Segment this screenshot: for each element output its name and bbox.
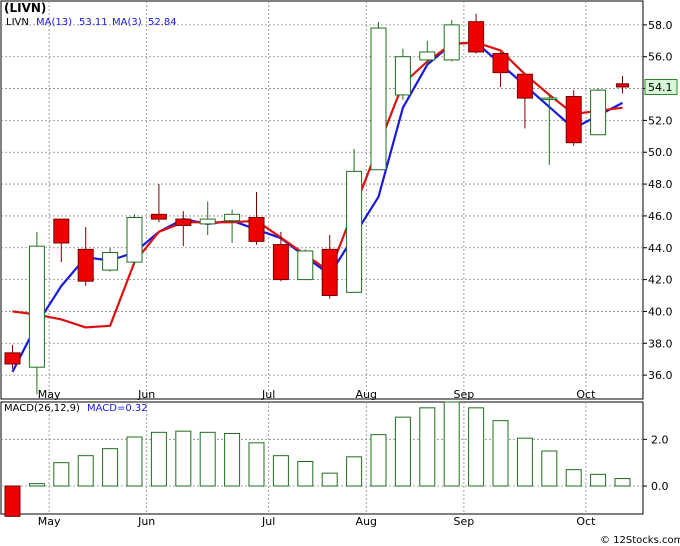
legend-ma3-value: 52.84 bbox=[148, 17, 177, 28]
candlestick bbox=[443, 20, 460, 62]
price-tick-label: 56.0 bbox=[648, 51, 673, 64]
candlestick bbox=[126, 214, 143, 266]
candle-body bbox=[28, 245, 45, 368]
candle-body bbox=[321, 248, 338, 297]
macd-bar bbox=[346, 456, 363, 487]
macd-bar bbox=[175, 430, 192, 487]
macd-bar bbox=[4, 485, 21, 517]
macd-bar bbox=[126, 436, 143, 487]
macd-bar bbox=[53, 462, 70, 487]
macd-bar bbox=[199, 431, 216, 487]
candle-body bbox=[272, 244, 289, 281]
candle-body bbox=[590, 89, 607, 136]
candlestick bbox=[394, 48, 411, 100]
candlestick bbox=[297, 249, 314, 281]
macd-bar bbox=[102, 448, 119, 487]
price-month-label: Sep bbox=[454, 388, 475, 401]
macd-bar bbox=[443, 401, 460, 487]
price-tick-label: 40.0 bbox=[648, 305, 673, 318]
macd-month-label: Sep bbox=[454, 515, 475, 528]
price-tick-label: 46.0 bbox=[648, 210, 673, 223]
candle-body bbox=[468, 21, 485, 53]
price-month-label: Oct bbox=[576, 388, 596, 401]
macd-value-label: MACD=0.32 bbox=[87, 403, 148, 414]
candlestick bbox=[370, 21, 387, 171]
candle-body bbox=[297, 250, 314, 281]
macd-bar bbox=[77, 455, 94, 487]
candle-body bbox=[541, 97, 558, 101]
candle-body bbox=[199, 218, 216, 225]
price-tick-label: 44.0 bbox=[648, 242, 673, 255]
macd-bar bbox=[150, 431, 167, 487]
last-price-badge: 54.1 bbox=[644, 79, 678, 95]
candlestick bbox=[565, 90, 582, 146]
candle-body bbox=[346, 170, 363, 293]
candle-body bbox=[102, 252, 119, 271]
candle-body bbox=[419, 51, 436, 61]
legend-ma13-label: MA(13) bbox=[36, 17, 72, 28]
candle-body bbox=[248, 217, 265, 242]
chart-background bbox=[0, 0, 680, 546]
ticker-title: (LIVN) bbox=[4, 1, 46, 15]
candle-body bbox=[443, 24, 460, 61]
legend-ma13-value: 53.11 bbox=[79, 17, 108, 28]
copyright-text: © 12Stocks.com bbox=[600, 535, 680, 546]
candle-body bbox=[126, 217, 143, 263]
macd-bar bbox=[516, 437, 533, 487]
price-tick-label: 38.0 bbox=[648, 337, 673, 350]
price-tick-label: 52.0 bbox=[648, 114, 673, 127]
macd-bar bbox=[370, 434, 387, 487]
macd-month-label: May bbox=[38, 515, 61, 528]
macd-bar bbox=[419, 407, 436, 487]
macd-bar bbox=[297, 461, 314, 487]
macd-month-label: Aug bbox=[356, 515, 377, 528]
macd-month-label: Jun bbox=[137, 515, 155, 528]
candle-body bbox=[516, 73, 533, 99]
macd-bar bbox=[224, 433, 241, 487]
macd-bar bbox=[590, 473, 607, 487]
stock-chart: 36.038.040.042.044.046.048.050.052.054.0… bbox=[0, 0, 680, 546]
legend-ticker: LIVN bbox=[6, 17, 29, 28]
macd-label: MACD(26,12,9) bbox=[4, 403, 80, 414]
macd-month-label: Oct bbox=[576, 515, 596, 528]
candle-body bbox=[53, 218, 70, 244]
candlestick bbox=[590, 88, 607, 136]
candle-body bbox=[394, 56, 411, 96]
candle-body bbox=[175, 218, 192, 226]
macd-bar bbox=[565, 469, 582, 487]
macd-bar bbox=[272, 455, 289, 487]
candle-body bbox=[4, 352, 21, 365]
price-tick-label: 42.0 bbox=[648, 274, 673, 287]
candle-body bbox=[150, 213, 167, 220]
macd-month-label: Jul bbox=[261, 515, 275, 528]
macd-tick-label: 2.0 bbox=[651, 433, 669, 446]
candle-body bbox=[616, 83, 629, 88]
last-price-label: 54.1 bbox=[648, 81, 673, 94]
price-tick-label: 50.0 bbox=[648, 146, 673, 159]
candle-body bbox=[492, 53, 509, 74]
macd-bar bbox=[394, 416, 411, 487]
price-month-label: Jun bbox=[137, 388, 155, 401]
candle-body bbox=[224, 213, 241, 222]
legend-ma3-label: MA(3) bbox=[112, 17, 142, 28]
macd-bar bbox=[321, 472, 338, 487]
macd-tick-label: 0.0 bbox=[651, 480, 669, 493]
candle-body bbox=[370, 27, 387, 171]
price-tick-label: 48.0 bbox=[648, 178, 673, 191]
macd-bar bbox=[541, 450, 558, 487]
candle-body bbox=[77, 248, 94, 282]
macd-bar bbox=[28, 483, 45, 487]
price-month-label: Jul bbox=[261, 388, 275, 401]
price-month-label: May bbox=[38, 388, 61, 401]
price-tick-label: 58.0 bbox=[648, 19, 673, 32]
price-tick-label: 36.0 bbox=[648, 369, 673, 382]
macd-bar bbox=[468, 407, 485, 487]
macd-bar bbox=[248, 442, 265, 487]
price-month-label: Aug bbox=[356, 388, 377, 401]
macd-bar bbox=[614, 478, 631, 487]
candle-body bbox=[565, 96, 582, 144]
macd-bar bbox=[492, 420, 509, 487]
